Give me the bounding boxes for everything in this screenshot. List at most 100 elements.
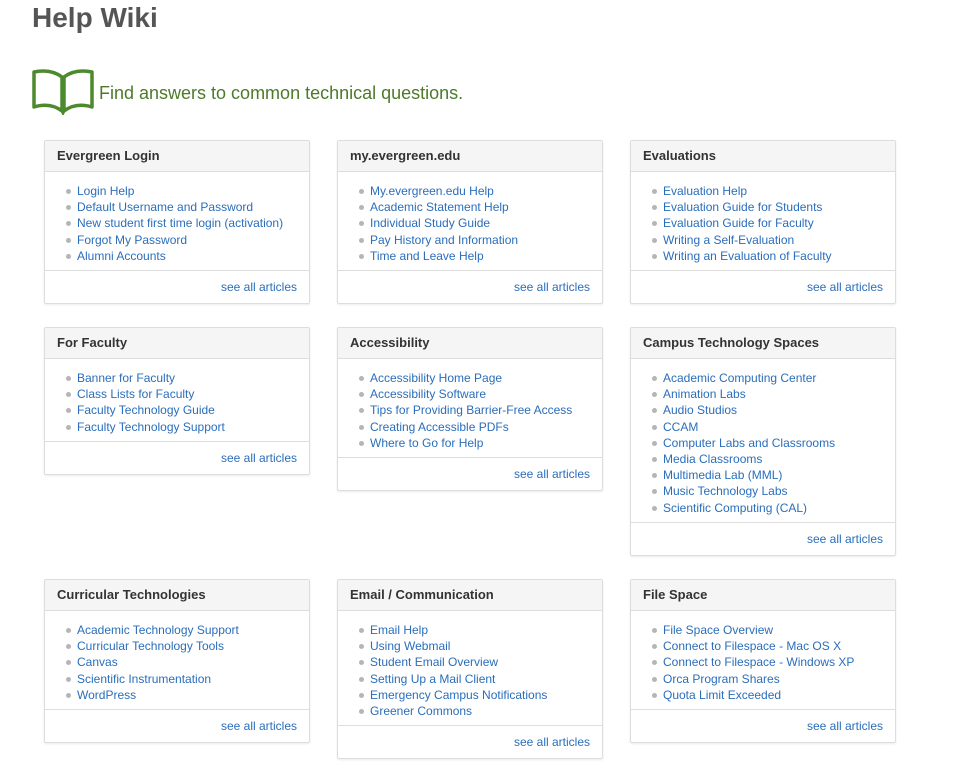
list-item: File Space Overview — [643, 622, 883, 638]
bullet-icon — [66, 644, 71, 650]
see-all-articles-link[interactable]: see all articles — [807, 532, 883, 546]
article-link[interactable]: Evaluation Guide for Students — [663, 200, 822, 214]
panel-heading: Curricular Technologies — [45, 580, 309, 611]
article-link[interactable]: Alumni Accounts — [77, 249, 166, 263]
see-all-articles-link[interactable]: see all articles — [807, 280, 883, 294]
bullet-icon — [359, 221, 364, 227]
article-list: File Space Overview Connect to Filespace … — [643, 622, 883, 703]
panel-heading: Email / Communication — [338, 580, 602, 611]
article-link[interactable]: Orca Program Shares — [663, 672, 780, 686]
article-link[interactable]: Default Username and Password — [77, 200, 253, 214]
see-all-articles-link[interactable]: see all articles — [514, 280, 590, 294]
list-item: Emergency Campus Notifications — [350, 687, 590, 703]
panel-footer: see all articles — [631, 521, 895, 555]
article-link[interactable]: WordPress — [77, 688, 136, 702]
article-link[interactable]: Academic Technology Support — [77, 623, 239, 637]
see-all-articles-link[interactable]: see all articles — [221, 719, 297, 733]
list-item: My.evergreen.edu Help — [350, 183, 590, 199]
article-link[interactable]: Class Lists for Faculty — [77, 387, 194, 401]
article-link[interactable]: Connect to Filespace - Windows XP — [663, 655, 854, 669]
bullet-icon — [652, 376, 657, 381]
article-link[interactable]: Music Technology Labs — [663, 484, 788, 498]
article-link[interactable]: New student first time login (activation… — [77, 216, 283, 230]
article-link[interactable]: Scientific Instrumentation — [77, 672, 211, 686]
article-link[interactable]: Emergency Campus Notifications — [370, 688, 547, 702]
see-all-articles-link[interactable]: see all articles — [514, 467, 590, 481]
bullet-icon — [652, 505, 657, 511]
article-link[interactable]: Connect to Filespace - Mac OS X — [663, 639, 841, 653]
article-link[interactable]: Login Help — [77, 184, 134, 198]
article-link[interactable]: Forgot My Password — [77, 233, 187, 247]
bullet-icon — [359, 424, 364, 430]
article-list: Accessibility Home Page Accessibility Sof… — [350, 370, 590, 451]
article-link[interactable]: Evaluation Help — [663, 184, 747, 198]
article-list: Academic Technology Support Curricular Te… — [57, 622, 297, 703]
article-link[interactable]: CCAM — [663, 420, 698, 434]
article-link[interactable]: Email Help — [370, 623, 428, 637]
panel-file-space: File Space File Space Overview Connect to … — [630, 579, 896, 743]
article-link[interactable]: Quota Limit Exceeded — [663, 688, 781, 702]
see-all-articles-link[interactable]: see all articles — [514, 735, 590, 749]
article-link[interactable]: Time and Leave Help — [370, 249, 484, 263]
article-link[interactable]: Academic Computing Center — [663, 371, 816, 385]
article-link[interactable]: Setting Up a Mail Client — [370, 672, 495, 686]
list-item: Individual Study Guide — [350, 215, 590, 231]
see-all-articles-link[interactable]: see all articles — [221, 280, 297, 294]
article-link[interactable]: Tips for Providing Barrier-Free Access — [370, 403, 572, 417]
article-link[interactable]: Greener Commons — [370, 704, 472, 718]
article-link[interactable]: Curricular Technology Tools — [77, 639, 224, 653]
article-link[interactable]: Pay History and Information — [370, 233, 518, 247]
bullet-icon — [652, 424, 657, 430]
bullet-icon — [359, 676, 364, 682]
list-item: Multimedia Lab (MML) — [643, 467, 883, 483]
article-link[interactable]: Canvas — [77, 655, 118, 669]
bullet-icon — [66, 376, 71, 381]
panel-campus-technology-spaces: Campus Technology Spaces Academic Computi… — [630, 327, 896, 556]
article-link[interactable]: Academic Statement Help — [370, 200, 509, 214]
bullet-icon — [359, 376, 364, 381]
article-link[interactable]: Audio Studios — [663, 403, 737, 417]
article-link[interactable]: Writing a Self-Evaluation — [663, 233, 794, 247]
list-item: Computer Labs and Classrooms — [643, 435, 883, 451]
panel-my-evergreen-edu: my.evergreen.edu My.evergreen.edu Help Aca… — [337, 140, 603, 304]
bullet-icon — [652, 253, 657, 259]
list-item: Accessibility Home Page — [350, 370, 590, 386]
book-icon — [32, 69, 94, 115]
article-link[interactable]: Faculty Technology Guide — [77, 403, 215, 417]
bullet-icon — [66, 221, 71, 227]
list-item: Scientific Instrumentation — [57, 671, 297, 687]
article-link[interactable]: File Space Overview — [663, 623, 773, 637]
bullet-icon — [652, 205, 657, 211]
panel-body: My.evergreen.edu Help Academic Statement … — [338, 172, 602, 270]
list-item: Writing an Evaluation of Faculty — [643, 248, 883, 264]
article-link[interactable]: Animation Labs — [663, 387, 746, 401]
article-link[interactable]: Where to Go for Help — [370, 436, 483, 450]
article-link[interactable]: Evaluation Guide for Faculty — [663, 216, 814, 230]
article-link[interactable]: Student Email Overview — [370, 655, 498, 669]
article-link[interactable]: Computer Labs and Classrooms — [663, 436, 835, 450]
list-item: Evaluation Guide for Students — [643, 199, 883, 215]
article-link[interactable]: Accessibility Software — [370, 387, 486, 401]
bullet-icon — [652, 237, 657, 243]
article-link[interactable]: Accessibility Home Page — [370, 371, 502, 385]
article-link[interactable]: Using Webmail — [370, 639, 450, 653]
article-link[interactable]: Writing an Evaluation of Faculty — [663, 249, 832, 263]
see-all-articles-link[interactable]: see all articles — [221, 451, 297, 465]
article-link[interactable]: Media Classrooms — [663, 452, 762, 466]
article-link[interactable]: Scientific Computing (CAL) — [663, 501, 807, 515]
article-link[interactable]: Banner for Faculty — [77, 371, 175, 385]
bullet-icon — [359, 392, 364, 398]
list-item: Setting Up a Mail Client — [350, 671, 590, 687]
article-link[interactable]: My.evergreen.edu Help — [370, 184, 494, 198]
bullet-icon — [359, 237, 364, 243]
panel-heading: For Faculty — [45, 328, 309, 359]
article-link[interactable]: Individual Study Guide — [370, 216, 490, 230]
bullet-icon — [652, 660, 657, 666]
bullet-icon — [66, 660, 71, 666]
article-link[interactable]: Faculty Technology Support — [77, 420, 225, 434]
article-link[interactable]: Creating Accessible PDFs — [370, 420, 509, 434]
see-all-articles-link[interactable]: see all articles — [807, 719, 883, 733]
bullet-icon — [359, 253, 364, 259]
article-link[interactable]: Multimedia Lab (MML) — [663, 468, 782, 482]
bullet-icon — [652, 489, 657, 495]
